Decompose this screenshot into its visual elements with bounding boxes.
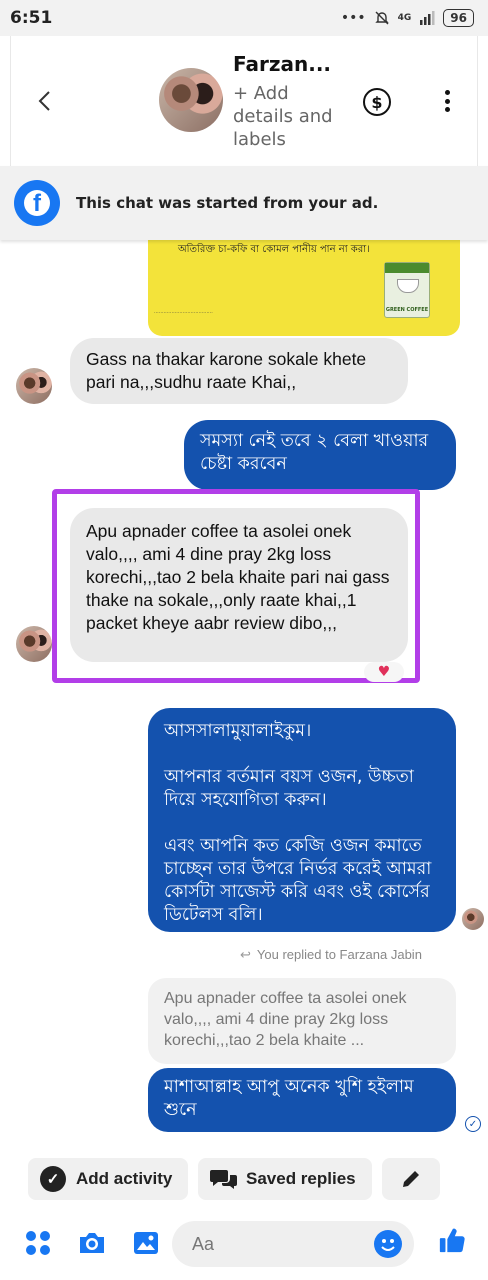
pencil-icon: [403, 1171, 419, 1187]
back-arrow-icon[interactable]: [29, 86, 59, 116]
reply-arrow-icon: ↩: [240, 947, 251, 962]
status-bar: 6:51 ••• 4G 96: [0, 0, 488, 36]
message-bubble[interactable]: Gass na thakar karone sokale khete pari …: [70, 338, 408, 404]
heart-reaction-icon[interactable]: ♥: [364, 662, 404, 682]
message-paragraph: আপনার বর্তমান বয়স ওজন, উচ্চতা দিয়ে সহয…: [164, 767, 414, 810]
facebook-icon: f: [14, 180, 60, 226]
camera-icon[interactable]: [78, 1229, 106, 1257]
battery-indicator: 96: [443, 9, 474, 27]
ad-image-text: অতিরিক্ত চা-কফি বা কোমল পানীয় পান না কর…: [178, 244, 370, 255]
message-bubble[interactable]: সমস্যা নেই তবে ২ বেলা খাওয়ার চেষ্টা করব…: [184, 420, 456, 490]
ad-notice-banner: f This chat was started from your ad.: [0, 166, 488, 240]
chat-bubbles-icon: [210, 1170, 237, 1189]
add-activity-label: Add activity: [76, 1169, 173, 1188]
edit-button[interactable]: [382, 1158, 440, 1200]
saved-replies-label: Saved replies: [246, 1169, 356, 1188]
check-circle-icon: ✓: [40, 1166, 66, 1192]
message-paragraph: এবং আপনি কত কেজি ওজন কমাতে চাচ্ছেন তার উ…: [164, 836, 432, 925]
ad-image-footnote: ·····································: [154, 310, 213, 316]
status-icons: ••• 4G 96: [341, 9, 474, 27]
quick-actions: ✓ Add activity Saved replies: [0, 1150, 488, 1206]
network-label: 4G: [397, 12, 412, 23]
ad-notice-text: This chat was started from your ad.: [76, 194, 379, 212]
apps-grid-icon[interactable]: [24, 1229, 52, 1257]
add-activity-button[interactable]: ✓ Add activity: [28, 1158, 188, 1200]
signal-icon: [420, 11, 435, 25]
mute-icon: [374, 11, 389, 25]
saved-replies-button[interactable]: Saved replies: [198, 1158, 372, 1200]
product-label: GREEN COFFEE: [385, 307, 429, 313]
seen-avatar: [462, 908, 484, 930]
quoted-message[interactable]: Apu apnader coffee ta asolei onek valo,,…: [148, 978, 456, 1064]
replied-text: You replied to Farzana Jabin: [256, 947, 422, 962]
dollar-icon[interactable]: $: [363, 88, 391, 116]
message-bubble[interactable]: মাশাআল্লাহ আপু অনেক খুশি হইলাম শুনে: [148, 1068, 456, 1132]
more-vertical-icon[interactable]: [437, 86, 457, 116]
message-input-placeholder: Aa: [192, 1233, 215, 1254]
replied-label: ↩ You replied to Farzana Jabin: [240, 947, 422, 963]
add-details-link[interactable]: + Add details and labels: [233, 82, 353, 151]
message-paragraph: আসসালামুয়ালাইকুম।: [164, 721, 312, 741]
contact-avatar[interactable]: [159, 68, 223, 132]
ad-image[interactable]: অতিরিক্ত চা-কফি বা কোমল পানীয় পান না কর…: [148, 232, 460, 336]
coffee-package: GREEN COFFEE: [384, 262, 430, 318]
contact-name[interactable]: Farzan...: [233, 52, 331, 76]
sender-avatar[interactable]: [16, 368, 52, 404]
sender-avatar[interactable]: [16, 626, 52, 662]
message-bubble[interactable]: আসসালামুয়ালাইকুম। আপনার বর্তমান বয়স ওজ…: [148, 708, 456, 932]
highlight-annotation-box: [52, 489, 420, 683]
composer-bar: Aa: [0, 1206, 488, 1280]
more-dots-icon: •••: [340, 10, 366, 26]
thumbs-up-icon[interactable]: [438, 1226, 466, 1254]
gallery-icon[interactable]: [132, 1229, 160, 1257]
emoji-icon[interactable]: [374, 1230, 402, 1258]
status-time: 6:51: [10, 8, 53, 28]
chat-header: Farzan... + Add details and labels $: [10, 36, 478, 166]
sent-check-icon: ✓: [465, 1116, 481, 1132]
message-input[interactable]: Aa: [172, 1221, 414, 1267]
